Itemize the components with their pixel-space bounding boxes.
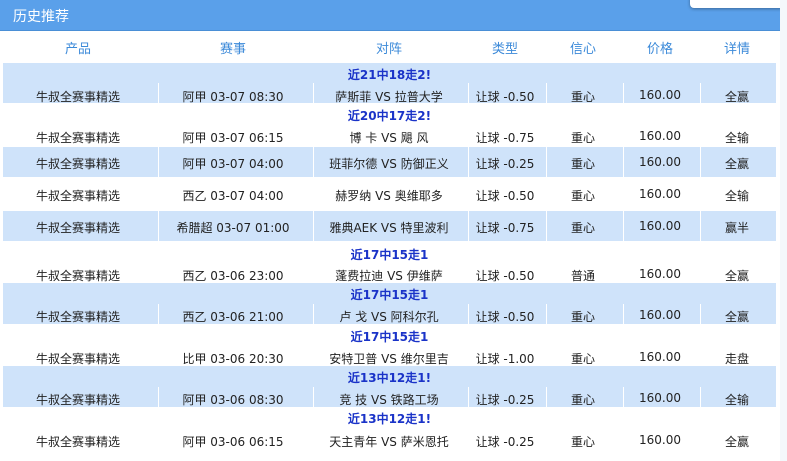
teams-cell: 天主青年 VS 萨米恩托 — [329, 435, 449, 449]
record-tag: 近21中18走2! — [347, 68, 432, 82]
product-cell: 牛叔全赛事精选 — [35, 393, 121, 407]
type-cell: 让球 -0.25 — [475, 435, 535, 449]
record-tag: 近17中15走1 — [350, 330, 429, 344]
match-cell: 比甲 03-06 20:30 — [182, 352, 284, 366]
table-header: 产品 赛事 对阵 类型 信心 价格 详情 — [0, 31, 780, 63]
price-cell: 160.00 — [639, 187, 681, 201]
teams-cell: 班菲尔德 VS 防御正义 — [329, 157, 449, 171]
price-cell: 160.00 — [639, 88, 681, 102]
confidence-cell: 重心 — [570, 393, 596, 407]
confidence-cell: 重心 — [570, 157, 596, 171]
price-cell: 160.00 — [639, 350, 681, 364]
teams-cell: 雅典AEK VS 特里波利 — [329, 221, 449, 235]
column-header-price: 价格 — [646, 42, 674, 57]
result-cell[interactable]: 全赢 — [725, 433, 749, 450]
result-cell[interactable]: 全输 — [725, 129, 749, 146]
price-cell: 160.00 — [639, 219, 681, 233]
price-cell: 160.00 — [639, 391, 681, 405]
match-cell: 西乙 03-06 21:00 — [182, 310, 284, 324]
match-cell: 西乙 03-07 04:00 — [182, 189, 284, 203]
table-row[interactable]: 近13中12走1! 牛叔全赛事精选 阿甲 03-06 06:15 天主青年 VS… — [3, 407, 776, 452]
table-row[interactable]: 近13中12走1! 牛叔全赛事精选 阿甲 03-06 08:30 竞 技 VS … — [3, 366, 776, 407]
table-row[interactable]: 近17中15走1 牛叔全赛事精选 比甲 03-06 20:30 安特卫普 VS … — [3, 324, 776, 366]
teams-cell: 安特卫普 VS 维尔里吉 — [329, 352, 449, 366]
product-cell: 牛叔全赛事精选 — [35, 352, 121, 366]
table-row[interactable]: 近20中17走2! 牛叔全赛事精选 阿甲 03-07 06:15 博 卡 VS … — [3, 103, 776, 146]
record-tag: 近17中15走1 — [350, 288, 429, 302]
confidence-cell: 重心 — [570, 352, 596, 366]
type-cell: 让球 -0.25 — [475, 157, 535, 171]
product-cell: 牛叔全赛事精选 — [35, 310, 121, 324]
product-cell: 牛叔全赛事精选 — [35, 269, 121, 283]
panel-title: 历史推荐 — [13, 9, 69, 25]
match-cell: 阿甲 03-07 06:15 — [182, 131, 284, 145]
product-cell: 牛叔全赛事精选 — [35, 221, 121, 235]
teams-cell: 卢 戈 VS 阿科尔孔 — [339, 310, 439, 324]
result-cell[interactable]: 全赢 — [725, 308, 749, 325]
result-cell[interactable]: 走盘 — [725, 350, 749, 367]
confidence-cell: 重心 — [570, 221, 596, 235]
type-cell: 让球 -1.00 — [475, 352, 535, 366]
record-tag: 近20中17走2! — [347, 109, 432, 123]
product-cell: 牛叔全赛事精选 — [35, 189, 121, 203]
result-cell[interactable]: 全赢 — [725, 155, 749, 172]
record-tag: 近13中12走1! — [347, 371, 432, 385]
panel-header: 历史推荐 — [0, 0, 780, 31]
match-cell: 阿甲 03-06 06:15 — [182, 435, 284, 449]
confidence-cell: 重心 — [570, 131, 596, 145]
match-cell: 阿甲 03-07 04:00 — [182, 157, 284, 171]
match-cell: 阿甲 03-06 08:30 — [182, 393, 284, 407]
record-tag: 近17中15走1 — [350, 248, 429, 262]
type-cell: 让球 -0.50 — [475, 310, 535, 324]
result-cell[interactable]: 赢半 — [725, 219, 749, 236]
product-cell: 牛叔全赛事精选 — [35, 131, 121, 145]
table-row[interactable]: 牛叔全赛事精选 西乙 03-07 04:00 赫罗纳 VS 奥维耶多 让球 -0… — [3, 177, 776, 211]
price-cell: 160.00 — [639, 433, 681, 447]
price-cell: 160.00 — [639, 267, 681, 281]
column-header-confidence: 信心 — [569, 42, 597, 57]
record-tag: 近13中12走1! — [347, 412, 432, 426]
type-cell: 让球 -0.75 — [475, 221, 535, 235]
price-cell: 160.00 — [639, 308, 681, 322]
price-cell: 160.00 — [639, 155, 681, 169]
table-row[interactable]: 近21中18走2! 牛叔全赛事精选 阿甲 03-07 08:30 萨斯菲 VS … — [3, 63, 776, 104]
confidence-cell: 重心 — [570, 189, 596, 203]
result-cell[interactable]: 全输 — [725, 391, 749, 408]
result-cell[interactable]: 全赢 — [725, 267, 749, 284]
confidence-cell: 普通 — [570, 269, 596, 283]
type-cell: 让球 -0.75 — [475, 131, 535, 145]
price-cell: 160.00 — [639, 129, 681, 143]
page-edge — [780, 0, 787, 461]
teams-cell: 赫罗纳 VS 奥维耶多 — [335, 189, 443, 203]
match-cell: 希腊超 03-07 01:00 — [176, 221, 290, 235]
floating-tab[interactable] — [690, 0, 785, 8]
column-header-detail: 详情 — [723, 42, 751, 57]
confidence-cell: 重心 — [570, 435, 596, 449]
column-header-match: 赛事 — [219, 42, 247, 57]
teams-cell: 竞 技 VS 铁路工场 — [339, 393, 439, 407]
product-cell: 牛叔全赛事精选 — [35, 435, 121, 449]
type-cell: 让球 -0.50 — [475, 189, 535, 203]
column-header-product: 产品 — [64, 42, 92, 57]
product-cell: 牛叔全赛事精选 — [35, 157, 121, 171]
type-cell: 让球 -0.50 — [475, 269, 535, 283]
recommendation-table: 近21中18走2! 牛叔全赛事精选 阿甲 03-07 08:30 萨斯菲 VS … — [3, 63, 776, 452]
column-header-teams: 对阵 — [375, 42, 403, 57]
confidence-cell: 重心 — [570, 310, 596, 324]
teams-cell: 博 卡 VS 飓 风 — [349, 131, 429, 145]
match-cell: 西乙 03-06 23:00 — [182, 269, 284, 283]
result-cell[interactable]: 全输 — [725, 187, 749, 204]
table-row[interactable]: 近17中15走1 牛叔全赛事精选 西乙 03-06 23:00 蓬费拉迪 VS … — [3, 241, 776, 283]
column-header-type: 类型 — [491, 42, 519, 57]
teams-cell: 蓬费拉迪 VS 伊维萨 — [335, 269, 443, 283]
type-cell: 让球 -0.25 — [475, 393, 535, 407]
table-row[interactable]: 牛叔全赛事精选 阿甲 03-07 04:00 班菲尔德 VS 防御正义 让球 -… — [3, 147, 776, 177]
table-row[interactable]: 牛叔全赛事精选 希腊超 03-07 01:00 雅典AEK VS 特里波利 让球… — [3, 211, 776, 241]
table-row[interactable]: 近17中15走1 牛叔全赛事精选 西乙 03-06 21:00 卢 戈 VS 阿… — [3, 283, 776, 324]
